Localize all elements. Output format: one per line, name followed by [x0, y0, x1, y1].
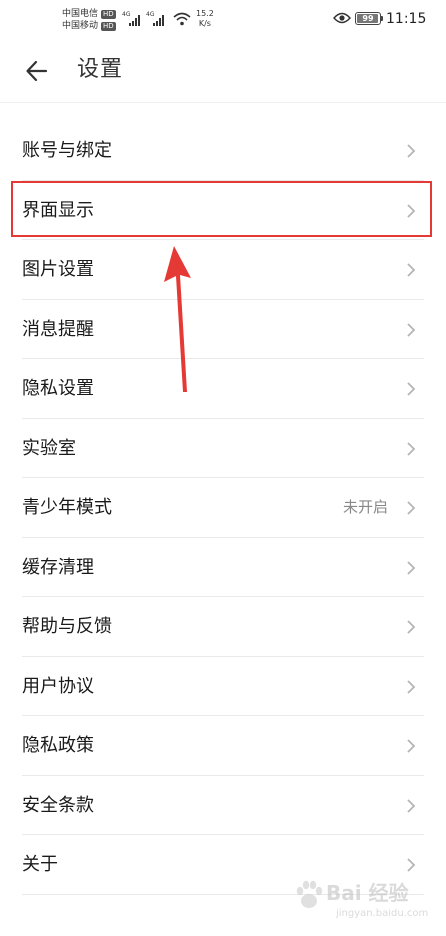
- status-time: 11:15: [386, 11, 427, 27]
- wifi-icon: [173, 12, 191, 26]
- settings-item-label: 图片设置: [22, 259, 94, 280]
- arrow-left-icon[interactable]: [24, 58, 50, 84]
- settings-item-notifications[interactable]: 消息提醒: [0, 300, 446, 360]
- settings-item-user-agreement[interactable]: 用户协议: [0, 657, 446, 717]
- network-speed: 15.2 K/s: [196, 9, 214, 29]
- network-type-1: 4G: [122, 11, 131, 18]
- signal-strength-1: 4G: [122, 11, 142, 27]
- chevron-right-icon: [407, 679, 416, 694]
- settings-item-lab[interactable]: 实验室: [0, 419, 446, 479]
- settings-item-account-binding[interactable]: 账号与绑定: [0, 121, 446, 181]
- teen-mode-status: 未开启: [342, 498, 388, 516]
- chevron-right-icon: [407, 263, 416, 277]
- speed-unit: K/s: [198, 19, 211, 28]
- chevron-right-icon: [407, 203, 416, 218]
- settings-list: 账号与绑定 界面显示 图片设置 消息提醒 隐私设置 实验室 青少年模式 未开启 …: [0, 121, 446, 895]
- settings-item-label: 账号与绑定: [22, 140, 112, 161]
- eye-icon: [333, 12, 351, 24]
- network-type-2: 4G: [146, 11, 155, 18]
- battery-icon: 99: [355, 12, 383, 25]
- settings-item-label: 隐私设置: [22, 378, 94, 399]
- settings-item-privacy-policy[interactable]: 隐私政策: [0, 716, 446, 776]
- app-header: 设置: [0, 40, 446, 103]
- settings-item-label: 实验室: [22, 437, 76, 459]
- chevron-right-icon: [407, 739, 416, 753]
- hd-badge: HD: [101, 9, 116, 19]
- settings-item-teen-mode[interactable]: 青少年模式 未开启: [0, 478, 446, 538]
- chevron-right-icon: [407, 144, 416, 158]
- settings-item-label: 缓存清理: [22, 556, 94, 578]
- settings-item-label: 青少年模式: [22, 497, 112, 518]
- page-title: 设置: [77, 57, 124, 82]
- watermark-url: jingyan.baidu.com: [336, 908, 429, 919]
- carrier-info: 中国电信 HD 中国移动 HD: [62, 8, 116, 32]
- chevron-right-icon: [407, 441, 416, 456]
- settings-item-label: 安全条款: [22, 794, 94, 816]
- chevron-right-icon: [407, 322, 416, 337]
- settings-item-display[interactable]: 界面显示: [0, 181, 446, 241]
- watermark: Bai 经验 jingyan.baidu.com: [290, 876, 440, 932]
- settings-item-privacy-settings[interactable]: 隐私设置: [0, 359, 446, 419]
- chevron-right-icon: [407, 620, 416, 634]
- carrier-1-name: 中国电信: [62, 9, 99, 19]
- chevron-right-icon: [407, 858, 416, 872]
- settings-item-label: 帮助与反馈: [22, 616, 112, 637]
- watermark-main-text: Bai 经验: [326, 881, 409, 905]
- status-bar: 中国电信 HD 中国移动 HD 4G 4G 15.2 K/s 99 11:15: [0, 0, 446, 40]
- settings-item-label: 隐私政策: [22, 735, 94, 756]
- hd-badge: HD: [101, 21, 116, 31]
- battery-level: 99: [362, 14, 374, 23]
- settings-item-label: 用户协议: [22, 675, 94, 697]
- settings-item-label: 关于: [22, 854, 58, 875]
- signal-icon: 4G 4G: [122, 11, 170, 27]
- chevron-right-icon: [407, 382, 416, 396]
- settings-item-label: 界面显示: [22, 199, 94, 221]
- chevron-right-icon: [407, 798, 416, 813]
- carrier-2-name: 中国移动: [62, 21, 99, 31]
- signal-strength-2: 4G: [146, 11, 166, 27]
- settings-item-security-terms[interactable]: 安全条款: [0, 776, 446, 836]
- chevron-right-icon: [407, 560, 416, 575]
- settings-item-label: 消息提醒: [22, 318, 94, 340]
- paw-logo-icon: [296, 880, 323, 908]
- settings-item-clear-cache[interactable]: 缓存清理: [0, 538, 446, 598]
- speed-value: 15.2: [196, 9, 214, 18]
- chevron-right-icon: [407, 501, 416, 515]
- settings-item-help-feedback[interactable]: 帮助与反馈: [0, 597, 446, 657]
- settings-item-image-settings[interactable]: 图片设置: [0, 240, 446, 300]
